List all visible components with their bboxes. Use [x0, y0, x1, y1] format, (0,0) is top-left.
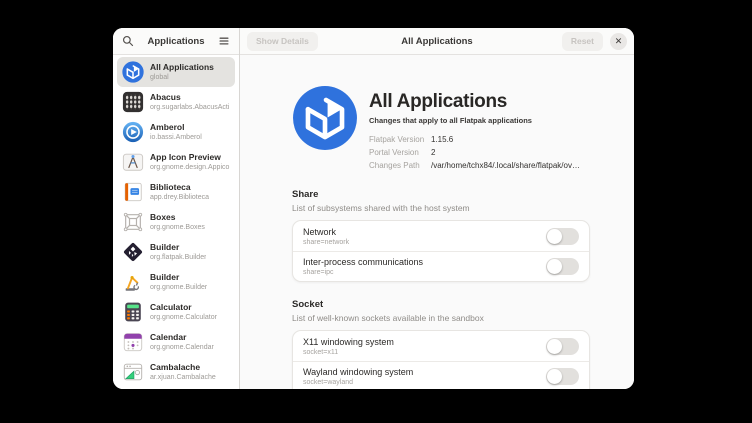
detail-row: Changes Path /var/home/tchx84/.local/sha… [369, 159, 580, 172]
app-id: org.gnome.design.Appico… [150, 163, 230, 172]
permission-key: share=network [303, 238, 546, 247]
app-name: Calculator [150, 302, 217, 313]
app-hero: All Applications Changes that apply to a… [292, 85, 590, 172]
app-id: io.bassi.Amberol [150, 133, 202, 142]
amberol-icon [122, 121, 144, 143]
section-title: Share [292, 189, 590, 200]
search-icon[interactable] [119, 32, 137, 50]
detail-label: Portal Version [369, 146, 431, 159]
detail-row: Portal Version 2 [369, 146, 580, 159]
page-title: All Applications [369, 91, 580, 113]
detail-row: Flatpak Version 1.15.6 [369, 133, 580, 146]
cambalache-icon [122, 361, 144, 383]
sidebar-item-calculator[interactable]: Calculator org.gnome.Calculator [117, 297, 235, 327]
toggle-switch[interactable] [546, 258, 579, 275]
gnome-builder-icon [122, 271, 144, 293]
app-id: global [150, 73, 214, 82]
sidebar-item-boxes[interactable]: Boxes org.gnome.Boxes [117, 207, 235, 237]
permission-key: share=ipc [303, 268, 546, 277]
app-id: org.sugarlabs.AbacusActi… [150, 103, 230, 112]
boxes-icon [122, 211, 144, 233]
section-description: List of subsystems shared with the host … [292, 203, 590, 213]
section-description: List of well-known sockets available in … [292, 313, 590, 323]
toggle-switch[interactable] [546, 338, 579, 355]
section-socket: Socket List of well-known sockets availa… [292, 299, 590, 389]
app-name: Calendar [150, 332, 214, 343]
app-name: Builder [150, 242, 206, 253]
app-id: org.gnome.Calculator [150, 313, 217, 322]
biblioteca-icon [122, 181, 144, 203]
show-details-button[interactable]: Show Details [247, 32, 318, 51]
permission-row: Network share=network [293, 221, 589, 251]
sidebar-item-builder[interactable]: Builder org.gnome.Builder [117, 267, 235, 297]
app-name: Boxes [150, 212, 205, 223]
section-title: Socket [292, 299, 590, 310]
main-pane: Show Details All Applications Reset ✕ Al… [240, 28, 634, 389]
detail-label: Changes Path [369, 159, 431, 172]
permission-key: socket=x11 [303, 348, 546, 357]
calculator-icon [122, 301, 144, 323]
abacus-icon [122, 91, 144, 113]
page-subtitle: Changes that apply to all Flatpak applic… [369, 116, 580, 125]
flatseal-window: Applications All Applications global Aba… [113, 28, 634, 389]
main-content: All Applications Changes that apply to a… [240, 55, 634, 389]
permission-title: Inter-process communications [303, 256, 546, 268]
permission-title: Wayland windowing system [303, 366, 546, 378]
app-id: ar.xjuan.Cambalache [150, 373, 216, 382]
app-name: Cambalache [150, 362, 216, 373]
sidebar-item-all-applications[interactable]: All Applications global [117, 57, 235, 87]
app-details: Flatpak Version 1.15.6 Portal Version 2 … [369, 133, 580, 172]
detail-value: /var/home/tchx84/.local/share/flatpak/ov… [431, 159, 580, 172]
app-name: All Applications [150, 62, 214, 73]
app-name: App Icon Preview [150, 152, 230, 163]
toggle-switch[interactable] [546, 368, 579, 385]
app-id: org.gnome.Builder [150, 283, 207, 292]
reset-button[interactable]: Reset [562, 32, 603, 51]
app-id: app.drey.Biblioteca [150, 193, 209, 202]
sidebar-item-cambalache[interactable]: Cambalache ar.xjuan.Cambalache [117, 357, 235, 387]
permission-card: X11 windowing system socket=x11 Wayland … [292, 330, 590, 389]
partial-list-item [117, 387, 235, 389]
main-header: Show Details All Applications Reset ✕ [240, 28, 634, 55]
app-id: org.flatpak.Builder [150, 253, 206, 262]
sidebar-item-calendar[interactable]: Calendar org.gnome.Calendar [117, 327, 235, 357]
sidebar-item-biblioteca[interactable]: Biblioteca app.drey.Biblioteca [117, 177, 235, 207]
sidebar-header: Applications [113, 28, 239, 55]
app-name: Biblioteca [150, 182, 209, 193]
permission-row: Inter-process communications share=ipc [293, 251, 589, 281]
flatseal-icon [292, 85, 358, 172]
app-id: org.gnome.Calendar [150, 343, 214, 352]
flatseal-icon [122, 61, 144, 83]
detail-value: 2 [431, 146, 435, 159]
flatpak-builder-icon [122, 241, 144, 263]
permission-row: Wayland windowing system socket=wayland [293, 361, 589, 389]
detail-value: 1.15.6 [431, 133, 453, 146]
sidebar-item-abacus[interactable]: Abacus org.sugarlabs.AbacusActi… [117, 87, 235, 117]
permission-title: X11 windowing system [303, 336, 546, 348]
permission-title: Network [303, 226, 546, 238]
detail-label: Flatpak Version [369, 133, 431, 146]
sidebar: Applications All Applications global Aba… [113, 28, 240, 389]
permission-row: X11 windowing system socket=x11 [293, 331, 589, 361]
sidebar-item-app-icon-preview[interactable]: App Icon Preview org.gnome.design.Appico… [117, 147, 235, 177]
permission-key: socket=wayland [303, 378, 546, 387]
sidebar-item-amberol[interactable]: Amberol io.bassi.Amberol [117, 117, 235, 147]
calendar-icon [122, 331, 144, 353]
app-name: Amberol [150, 122, 202, 133]
app-icon-preview-icon [122, 151, 144, 173]
app-name: Abacus [150, 92, 230, 103]
sidebar-item-builder[interactable]: Builder org.flatpak.Builder [117, 237, 235, 267]
permission-card: Network share=network Inter-process comm… [292, 220, 590, 282]
section-share: Share List of subsystems shared with the… [292, 189, 590, 282]
app-name: Builder [150, 272, 207, 283]
app-id: org.gnome.Boxes [150, 223, 205, 232]
hamburger-menu-icon[interactable] [215, 32, 233, 50]
toggle-switch[interactable] [546, 228, 579, 245]
application-list: All Applications global Abacus org.sugar… [113, 55, 239, 389]
close-icon[interactable]: ✕ [610, 33, 627, 50]
